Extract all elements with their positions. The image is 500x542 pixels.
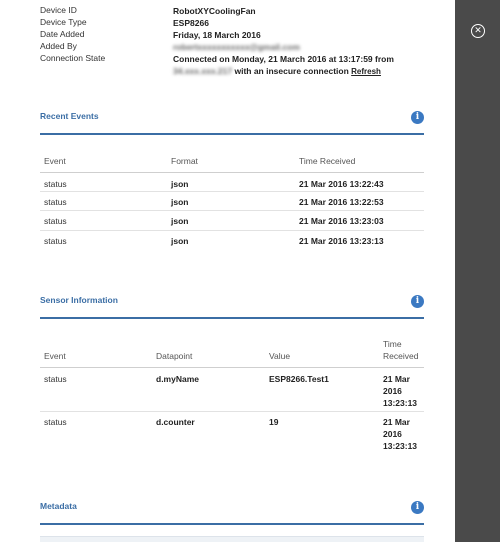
sensor-header-time: Time xyxy=(383,339,402,349)
table-row-time: 21 Mar 2016 13:23:03 xyxy=(299,216,384,226)
connection-state-label: Connection State xyxy=(40,53,106,63)
table-row-time: 21 Mar 2016 13:22:43 xyxy=(299,179,384,189)
table-row-event: status xyxy=(44,236,67,246)
table-row-event: status xyxy=(44,417,67,427)
table-row-datapoint: d.myName xyxy=(156,374,199,384)
sensor-header-datapoint: Datapoint xyxy=(156,351,193,361)
connection-ip-blurred: 34.xxx.xxx.217 xyxy=(173,66,233,76)
sensor-info-title: Sensor Information xyxy=(40,295,118,305)
table-row-format: json xyxy=(171,216,189,226)
row-divider xyxy=(40,210,424,211)
table-row-time: 21 Mar 2016 13:23:13 xyxy=(299,236,384,246)
table-row-format: json xyxy=(171,236,189,246)
metadata-info-icon[interactable]: i xyxy=(411,501,424,514)
row-divider xyxy=(40,191,424,192)
added-by-label: Added By xyxy=(40,41,77,51)
device-type-label: Device Type xyxy=(40,17,87,27)
sensor-header-event: Event xyxy=(44,351,66,361)
sensor-info-info-icon[interactable]: i xyxy=(411,295,424,308)
connection-state-value: Connected on Monday, 21 March 2016 at 13… xyxy=(173,53,433,78)
row-divider xyxy=(40,230,424,231)
table-row-value: 19 xyxy=(269,417,279,427)
sensor-header-divider xyxy=(40,367,424,368)
connection-suffix: with an insecure connection xyxy=(234,66,349,76)
table-row-datapoint: d.counter xyxy=(156,417,195,427)
metadata-rule xyxy=(40,523,424,525)
table-row-time-line2: 2016 xyxy=(383,429,402,439)
recent-events-header-time: Time Received xyxy=(299,156,356,166)
recent-events-rule xyxy=(40,133,424,135)
table-row-event: status xyxy=(44,197,67,207)
table-row-format: json xyxy=(171,179,189,189)
device-type-value: ESP8266 xyxy=(173,18,209,28)
table-row-time-line3: 13:23:13 xyxy=(383,441,418,451)
table-row-time: 21 Mar 2016 13:22:53 xyxy=(299,197,384,207)
table-row-event: status xyxy=(44,216,67,226)
table-row-time-line3: 13:23:13 xyxy=(383,398,418,408)
device-id-label: Device ID xyxy=(40,5,77,15)
date-added-label: Date Added xyxy=(40,29,85,39)
recent-events-info-icon[interactable]: i xyxy=(411,111,424,124)
table-row-time-line2: 2016 xyxy=(383,386,402,396)
table-row-time-line1: 21 Mar xyxy=(383,374,410,384)
added-by-email-blurred: robertxxxxxxxxxxx@gmail.com xyxy=(173,42,300,52)
connection-state-text: Connected on Monday, 21 March 2016 at 13… xyxy=(173,54,394,64)
metadata-content-stub xyxy=(40,536,424,542)
recent-events-title: Recent Events xyxy=(40,111,99,121)
table-row-event: status xyxy=(44,179,67,189)
close-icon[interactable]: ✕ xyxy=(471,24,485,38)
row-divider xyxy=(40,411,424,412)
metadata-title: Metadata xyxy=(40,501,77,511)
date-added-value: Friday, 18 March 2016 xyxy=(173,30,261,40)
refresh-link[interactable]: Refresh xyxy=(351,67,381,76)
recent-events-header-divider xyxy=(40,172,424,173)
device-id-value: RobotXYCoolingFan xyxy=(173,6,256,16)
recent-events-header-event: Event xyxy=(44,156,66,166)
device-details-panel: Device ID RobotXYCoolingFan Device Type … xyxy=(0,0,455,542)
table-row-format: json xyxy=(171,197,189,207)
sensor-header-value: Value xyxy=(269,351,291,361)
recent-events-header-format: Format xyxy=(171,156,198,166)
sensor-header-received: Received xyxy=(383,351,419,361)
table-row-value: ESP8266.Test1 xyxy=(269,374,329,384)
added-by-value: robertxxxxxxxxxxx@gmail.com xyxy=(173,41,433,53)
table-row-event: status xyxy=(44,374,67,384)
sensor-info-rule xyxy=(40,317,424,319)
table-row-time-line1: 21 Mar xyxy=(383,417,410,427)
